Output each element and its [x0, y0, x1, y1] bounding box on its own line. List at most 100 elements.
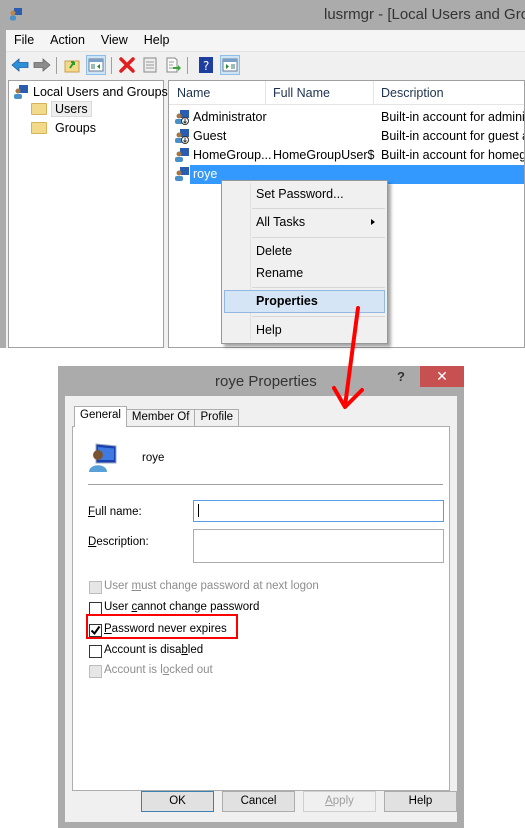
menu-help[interactable]: Help	[136, 30, 178, 51]
tab-strip: General Member Of Profile	[74, 406, 240, 427]
toolbar-separator	[56, 57, 57, 74]
menu-item-label: Properties	[256, 294, 318, 308]
must-change-password-label: User must change password at next logon	[104, 580, 319, 592]
menu-item-properties[interactable]: Properties	[224, 290, 385, 313]
toolbar: ?	[6, 52, 525, 78]
column-divider[interactable]	[265, 81, 266, 105]
users-app-icon	[10, 8, 22, 21]
menu-separator	[252, 316, 385, 317]
general-tab-panel: roye Full name: Description: User must c…	[72, 426, 450, 791]
close-icon: ✕	[436, 368, 448, 384]
window-titlebar[interactable]: lusrmgr - [Local Users and Grou	[0, 0, 525, 30]
menu-item-label: Rename	[256, 266, 304, 280]
help-icon: ?	[199, 57, 213, 73]
list-row-administrator[interactable]: Administrator Built-in account for admin…	[169, 108, 524, 127]
menu-item-set-password[interactable]: Set Password...	[224, 183, 385, 205]
row-description: Built-in account for homeg	[381, 148, 525, 162]
export-list-button[interactable]	[163, 55, 183, 75]
tree-node-groups[interactable]: Groups	[31, 121, 96, 135]
tree-root-local-users-and-groups[interactable]: Local Users and Groups	[13, 84, 168, 100]
account-disabled-checkbox[interactable]	[89, 645, 102, 658]
up-folder-icon	[64, 60, 80, 73]
help-button[interactable]: Help	[384, 791, 457, 812]
menubar: File Action View Help	[6, 30, 525, 52]
apply-button[interactable]: Apply	[303, 791, 376, 812]
back-button[interactable]	[10, 55, 30, 75]
user-name-label: roye	[142, 452, 165, 464]
dialog-body: General Member Of Profile roye Full name…	[65, 396, 457, 822]
forward-button[interactable]	[32, 55, 52, 75]
description-input[interactable]	[193, 529, 444, 563]
column-header-name[interactable]: Name	[177, 86, 210, 100]
user-icon	[175, 148, 189, 162]
row-name: HomeGroup...	[193, 148, 272, 162]
delete-button[interactable]	[117, 55, 137, 75]
menu-view[interactable]: View	[93, 30, 136, 51]
account-locked-out-checkbox[interactable]	[89, 665, 102, 678]
window-title: lusrmgr - [Local Users and Grou	[324, 6, 525, 23]
back-icon	[11, 58, 29, 72]
ok-button[interactable]: OK	[141, 791, 214, 812]
up-one-level-button[interactable]	[62, 55, 82, 75]
list-row-homegroupuser[interactable]: HomeGroup... HomeGroupUser$ Built-in acc…	[169, 146, 525, 165]
row-name: roye	[193, 167, 218, 181]
help-icon[interactable]: ?	[397, 369, 405, 384]
folder-icon	[31, 122, 47, 134]
user-icon	[175, 129, 189, 144]
tab-member-of[interactable]: Member Of	[125, 409, 196, 427]
cannot-change-password-label: User cannot change password	[104, 601, 260, 613]
tree-node-label: Groups	[55, 121, 96, 135]
account-locked-out-label: Account is locked out	[104, 664, 213, 676]
menu-item-label: Delete	[256, 244, 293, 258]
menu-item-help[interactable]: Help	[224, 319, 385, 341]
annotation-highlight-box	[86, 614, 238, 639]
row-name: Administrator	[193, 110, 267, 124]
text-caret	[198, 504, 199, 517]
tree-node-users[interactable]: Users	[31, 101, 92, 117]
tab-general[interactable]: General	[74, 406, 127, 427]
account-disabled-label: Account is disabled	[104, 644, 204, 656]
cancel-button[interactable]: Cancel	[222, 791, 295, 812]
menu-item-label: Help	[256, 323, 282, 337]
menu-item-all-tasks[interactable]: All Tasks	[224, 211, 385, 233]
tree-node-label: Users	[51, 101, 92, 117]
user-account-icon	[89, 443, 117, 472]
menu-separator	[252, 237, 385, 238]
show-hide-action-pane-icon	[222, 58, 238, 72]
folder-icon	[31, 103, 47, 115]
column-header-full-name[interactable]: Full Name	[273, 86, 330, 100]
context-menu: Set Password... All Tasks Delete Rename …	[221, 180, 388, 344]
user-icon	[175, 167, 189, 181]
show-hide-action-pane-button[interactable]	[220, 55, 240, 75]
svg-text:?: ?	[203, 59, 209, 73]
dialog-titlebar[interactable]: roye Properties ? ✕	[58, 366, 464, 396]
export-list-icon	[166, 57, 181, 73]
delete-icon	[119, 57, 135, 73]
console-tree: Local Users and Groups Users Groups	[8, 80, 168, 348]
show-hide-console-tree-button[interactable]	[86, 55, 106, 75]
full-name-input[interactable]	[193, 500, 444, 522]
menu-separator	[252, 287, 385, 288]
menu-file[interactable]: File	[6, 30, 42, 51]
list-header: Name Full Name Description	[169, 81, 524, 105]
menu-item-rename[interactable]: Rename	[224, 262, 385, 284]
users-computer-icon	[14, 85, 28, 99]
lusrmgr-window: lusrmgr - [Local Users and Grou File Act…	[0, 0, 525, 348]
close-button[interactable]: ✕	[420, 366, 464, 387]
column-header-description[interactable]: Description	[381, 86, 444, 100]
description-label: Description:	[88, 536, 149, 548]
must-change-password-checkbox[interactable]	[89, 581, 102, 594]
column-divider[interactable]	[373, 81, 374, 105]
tree-root-label: Local Users and Groups	[33, 85, 168, 99]
menu-item-label: Set Password...	[256, 187, 344, 201]
submenu-arrow-icon	[371, 219, 375, 225]
dialog-title: roye Properties	[215, 373, 317, 390]
menu-item-label: All Tasks	[256, 215, 306, 229]
menu-action[interactable]: Action	[42, 30, 93, 51]
list-row-guest[interactable]: Guest Built-in account for guest a	[169, 127, 524, 146]
menu-item-delete[interactable]: Delete	[224, 240, 385, 262]
tab-profile[interactable]: Profile	[194, 409, 240, 427]
row-full-name: HomeGroupUser$	[273, 148, 375, 162]
help-button[interactable]: ?	[196, 55, 216, 75]
properties-button[interactable]	[140, 55, 160, 75]
